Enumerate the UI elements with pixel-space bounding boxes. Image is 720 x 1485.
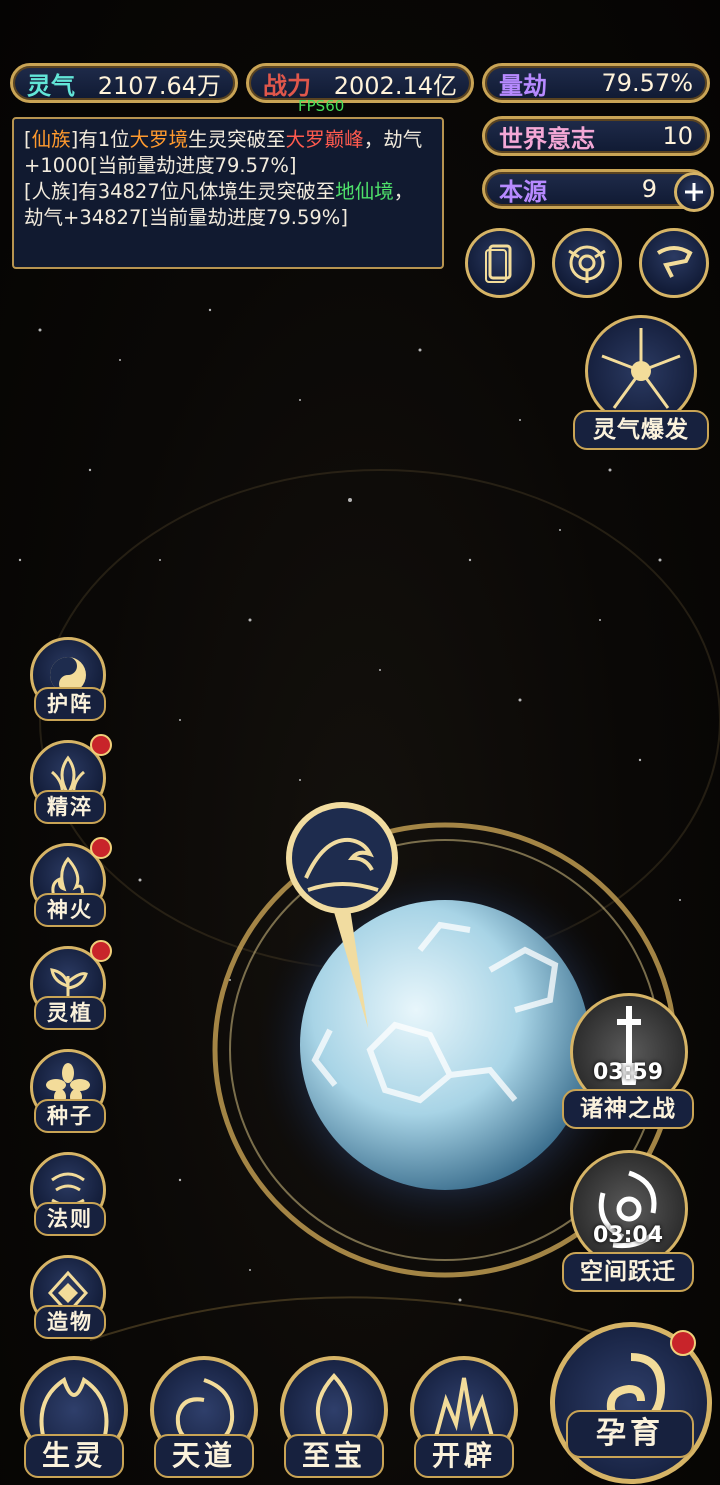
zhanli-value: 2002.14亿 <box>333 71 457 100</box>
add-benyuan-button[interactable] <box>674 172 714 212</box>
benyuan-value: 9 <box>641 175 657 203</box>
card-button[interactable] <box>465 228 535 298</box>
vortex-button[interactable] <box>552 228 622 298</box>
notification-badge <box>90 940 112 962</box>
swirl-icon <box>598 1170 662 1249</box>
log-text: [ <box>24 128 32 151</box>
log-realm: 大罗境 <box>129 128 189 151</box>
side-menu-label[interactable]: 护阵 <box>34 687 106 721</box>
liangjie-label: 量劫 <box>499 71 547 100</box>
plus-icon <box>685 183 703 201</box>
side-menu-label[interactable]: 灵植 <box>34 996 106 1030</box>
log-text: 生灵突破至 <box>188 128 286 151</box>
gods-war-label[interactable]: 诸神之战 <box>562 1089 694 1129</box>
space-jump-button[interactable] <box>570 1150 688 1268</box>
star-burst-icon <box>601 328 681 409</box>
world-will-stat[interactable]: 世界意志 10 <box>482 116 710 156</box>
lingqi-value: 2107.64万 <box>97 71 221 100</box>
notification-badge <box>90 734 112 756</box>
scroll-button[interactable] <box>639 228 709 298</box>
bottom-nav-label[interactable]: 开辟 <box>414 1434 514 1478</box>
side-menu-label[interactable]: 神火 <box>34 893 106 927</box>
log-text: ]有1位 <box>70 128 130 151</box>
world-will-label: 世界意志 <box>499 124 595 153</box>
side-menu-label[interactable]: 精淬 <box>34 790 106 824</box>
bottom-nav-label[interactable]: 天道 <box>154 1434 254 1478</box>
gods-war-timer: 03:59 <box>593 1060 664 1085</box>
space-jump-label[interactable]: 空间跃迁 <box>562 1252 694 1292</box>
world-will-value: 10 <box>662 122 693 150</box>
notification-badge <box>670 1330 696 1356</box>
notification-badge <box>90 837 112 859</box>
card-icon <box>485 244 512 283</box>
zhanli-label: 战力 <box>263 71 311 100</box>
burst-label[interactable]: 灵气爆发 <box>573 410 709 450</box>
wave-pin-marker[interactable] <box>284 798 404 1038</box>
bottom-nav-label[interactable]: 生灵 <box>24 1434 124 1478</box>
nurture-label[interactable]: 孕育 <box>566 1410 694 1458</box>
log-faction: 仙族 <box>31 128 71 151</box>
log-realm-target: 大罗巅峰 <box>285 128 364 151</box>
benyuan-label: 本源 <box>499 177 547 206</box>
bottom-nav-label[interactable]: 至宝 <box>284 1434 384 1478</box>
liangjie-value: 79.57% <box>601 69 693 97</box>
side-menu-label[interactable]: 种子 <box>34 1099 106 1133</box>
liangjie-stat[interactable]: 量劫 79.57% <box>482 63 710 103</box>
event-log: [仙族]有1位大罗境生灵突破至大罗巅峰，劫气+1000[当前量劫进度79.57%… <box>12 117 444 269</box>
vortex-icon <box>568 245 606 283</box>
log-line-1: [仙族]有1位大罗境生灵突破至大罗巅峰，劫气+1000[当前量劫进度79.57%… <box>24 127 432 179</box>
log-realm-target: 地仙境 <box>335 180 394 203</box>
lingqi-label: 灵气 <box>27 71 75 100</box>
zhanli-stat: 战力 2002.14亿 <box>246 63 474 103</box>
log-text: [人族]有34827位凡体境生灵突破至 <box>24 180 336 203</box>
log-line-2: [人族]有34827位凡体境生灵突破至地仙境，劫气+34827[当前量劫进度79… <box>24 179 432 231</box>
side-menu-label[interactable]: 造物 <box>34 1305 106 1339</box>
scroll-icon <box>656 246 693 278</box>
side-menu-label[interactable]: 法则 <box>34 1202 106 1236</box>
lingqi-stat: 灵气 2107.64万 <box>10 63 238 103</box>
fps-counter: FPS60 <box>298 97 345 115</box>
space-jump-timer: 03:04 <box>593 1223 664 1248</box>
